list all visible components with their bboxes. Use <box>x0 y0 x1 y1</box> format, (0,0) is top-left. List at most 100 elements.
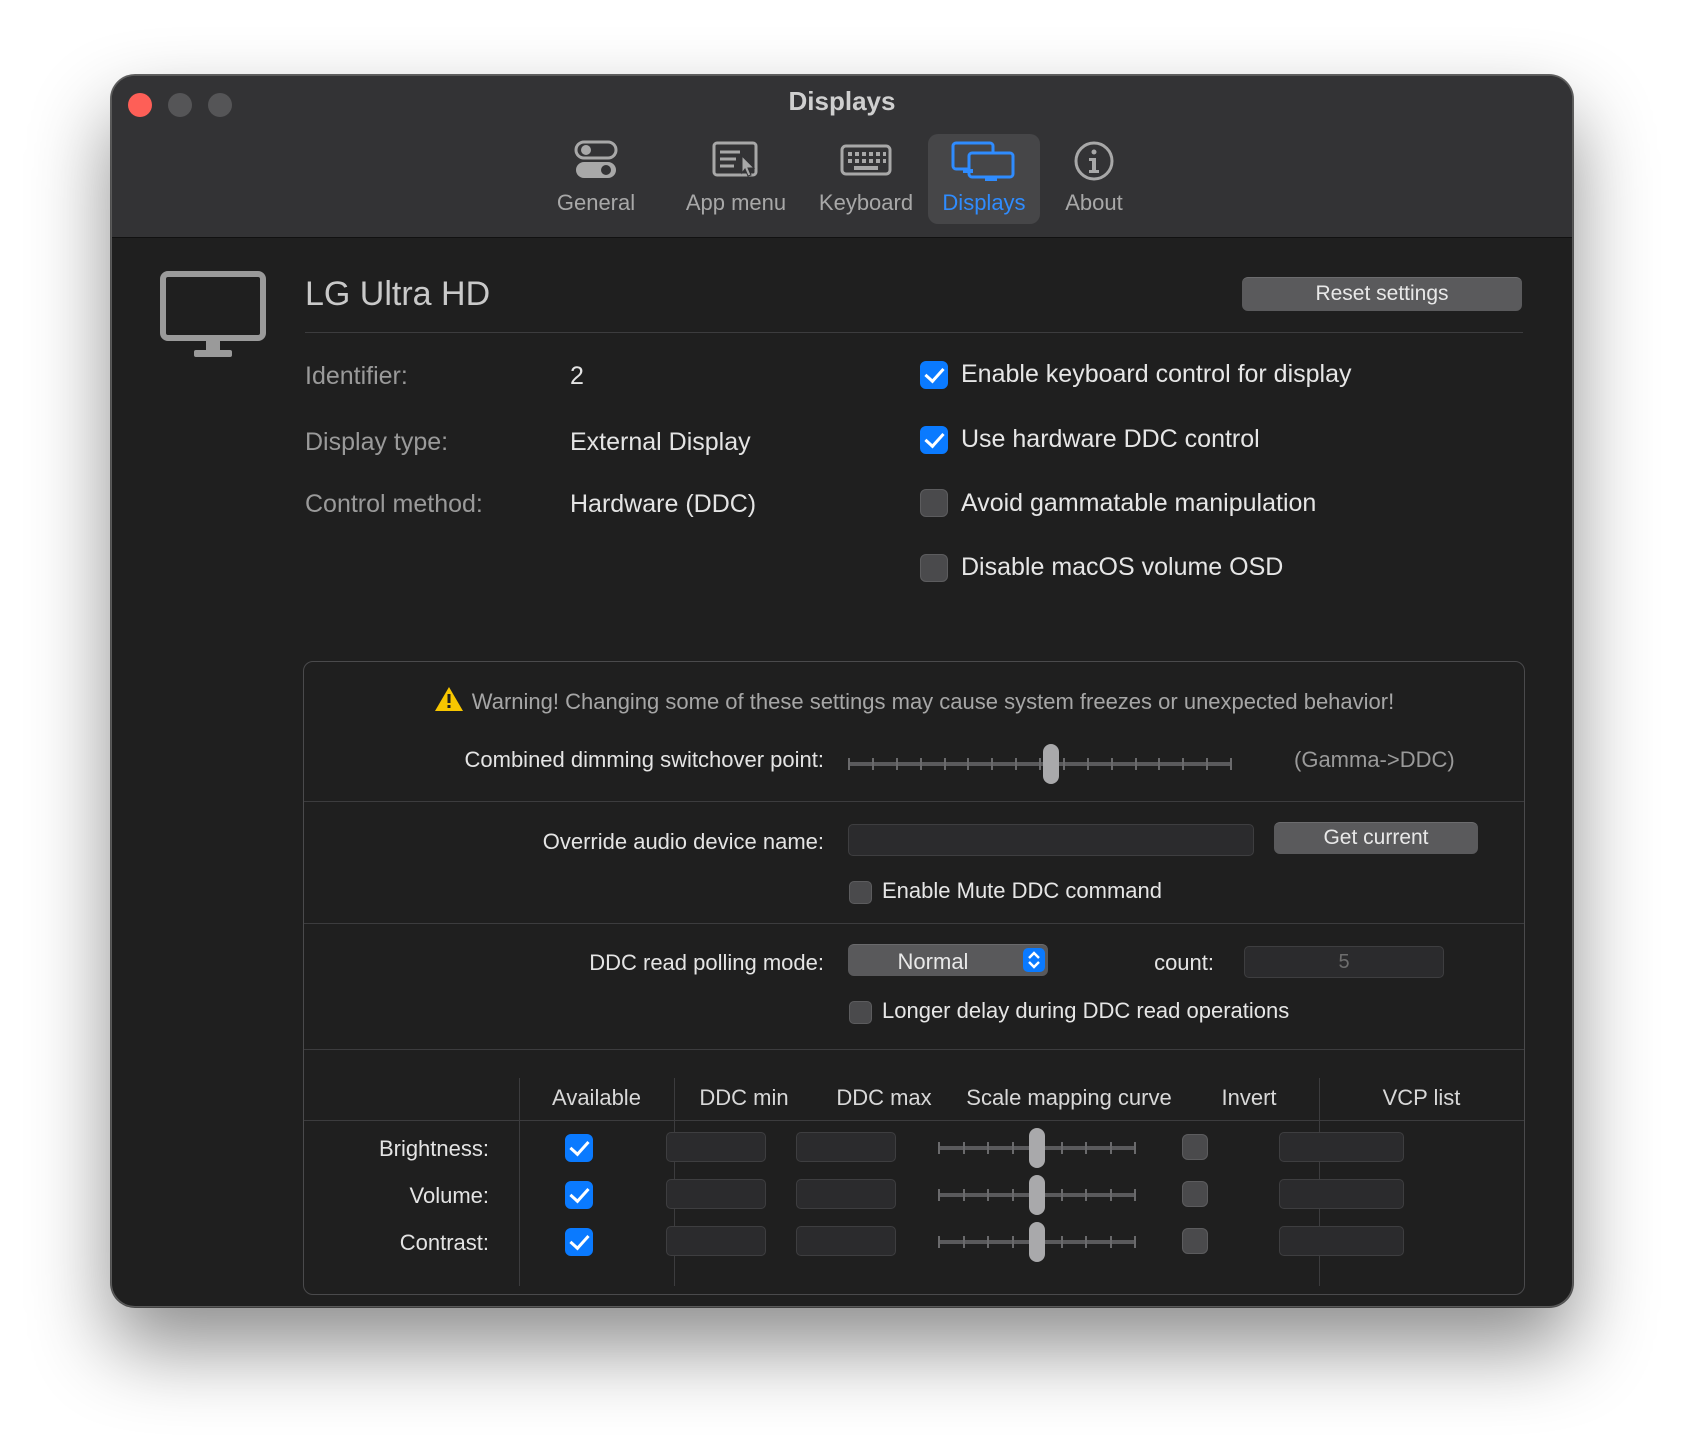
ddc-max-input[interactable] <box>796 1132 896 1162</box>
control-method-label: Control method: <box>305 490 483 518</box>
scale-curve-slider[interactable] <box>938 1222 1136 1262</box>
table-header-divider <box>304 1120 1524 1121</box>
header-invert: Invert <box>1221 1085 1277 1110</box>
warning-message: Warning! Changing some of these settings… <box>304 686 1524 718</box>
control-method-value: Hardware (DDC) <box>570 490 757 518</box>
app-menu-icon <box>712 140 760 186</box>
scale-curve-slider[interactable] <box>938 1175 1136 1215</box>
switchover-slider[interactable] <box>848 744 1258 784</box>
audio-device-input[interactable] <box>848 824 1254 856</box>
preferences-window: Displays General App menu Keyboard Displ… <box>111 75 1573 1307</box>
tab-keyboard[interactable]: Keyboard <box>806 134 926 224</box>
available-checkbox[interactable] <box>565 1228 593 1256</box>
slider-tick <box>872 758 874 770</box>
slider-tick <box>1110 1142 1112 1154</box>
tab-about[interactable]: About <box>1044 134 1144 224</box>
reset-settings-button[interactable]: Reset settings <box>1242 277 1522 311</box>
section-divider <box>304 801 1524 802</box>
ddc-min-input[interactable] <box>666 1226 766 1256</box>
chevron-updown-icon <box>1023 948 1045 972</box>
invert-checkbox[interactable] <box>1182 1181 1208 1207</box>
available-checkbox[interactable] <box>565 1181 593 1209</box>
ddc-max-input[interactable] <box>796 1226 896 1256</box>
tab-displays[interactable]: Displays <box>928 134 1040 224</box>
disable-volume-osd-checkbox[interactable] <box>920 554 948 582</box>
slider-tick <box>920 758 922 770</box>
slider-tick <box>938 1142 940 1154</box>
tab-keyboard-label: Keyboard <box>818 190 914 215</box>
header-divider <box>305 332 1523 333</box>
polling-mode-label: DDC read polling mode: <box>589 950 824 975</box>
available-checkbox[interactable] <box>565 1134 593 1162</box>
header-ddc-min: DDC min <box>699 1085 789 1110</box>
slider-tick <box>1039 758 1041 770</box>
vcp-list-input[interactable] <box>1279 1132 1404 1162</box>
section-divider <box>304 1049 1524 1050</box>
mute-ddc-label: Enable Mute DDC command <box>882 878 1163 903</box>
slider-tick <box>1012 1142 1014 1154</box>
slider-tick <box>1063 758 1065 770</box>
tab-displays-label: Displays <box>942 190 1026 215</box>
warning-text: Warning! Changing some of these settings… <box>471 689 1395 714</box>
table-row-label: Contrast: <box>399 1230 489 1255</box>
slider-tick <box>963 1189 965 1201</box>
slider-knob[interactable] <box>1043 744 1059 784</box>
monitor-icon <box>160 271 266 366</box>
toggles-icon <box>574 140 618 186</box>
slider-tick <box>1230 758 1232 770</box>
slider-tick <box>944 758 946 770</box>
displays-icon <box>951 140 1017 188</box>
keyboard-icon <box>840 140 892 186</box>
slider-tick <box>1061 1142 1063 1154</box>
longer-delay-checkbox[interactable] <box>849 1001 872 1024</box>
slider-knob[interactable] <box>1029 1222 1045 1262</box>
vcp-list-input[interactable] <box>1279 1179 1404 1209</box>
get-current-button[interactable]: Get current <box>1274 822 1478 854</box>
slider-tick <box>1135 758 1137 770</box>
tab-app-menu[interactable]: App menu <box>666 134 806 224</box>
table-row-label: Brightness: <box>378 1136 489 1161</box>
slider-tick <box>1012 1189 1014 1201</box>
count-input[interactable]: 5 <box>1244 946 1444 978</box>
mute-ddc-checkbox[interactable] <box>849 881 872 904</box>
info-icon <box>1073 140 1115 188</box>
slider-tick <box>963 1142 965 1154</box>
header-scale-curve: Scale mapping curve <box>966 1085 1172 1110</box>
slider-tick <box>967 758 969 770</box>
slider-tick <box>991 758 993 770</box>
slider-tick <box>896 758 898 770</box>
ddc-min-input[interactable] <box>666 1132 766 1162</box>
slider-tick <box>1015 758 1017 770</box>
audio-device-label: Override audio device name: <box>542 829 824 854</box>
switchover-hint: (Gamma->DDC) <box>1294 747 1455 772</box>
slider-tick <box>1110 1236 1112 1248</box>
scale-curve-slider[interactable] <box>938 1128 1136 1168</box>
hardware-ddc-checkbox[interactable] <box>920 426 948 454</box>
slider-knob[interactable] <box>1029 1128 1045 1168</box>
ddc-max-input[interactable] <box>796 1179 896 1209</box>
slider-tick <box>1085 1142 1087 1154</box>
vcp-list-input[interactable] <box>1279 1226 1404 1256</box>
invert-checkbox[interactable] <box>1182 1228 1208 1254</box>
header-ddc-max: DDC max <box>836 1085 932 1110</box>
ddc-min-input[interactable] <box>666 1179 766 1209</box>
slider-tick <box>1061 1236 1063 1248</box>
avoid-gammatable-checkbox[interactable] <box>920 489 948 517</box>
invert-checkbox[interactable] <box>1182 1134 1208 1160</box>
slider-tick <box>1061 1189 1063 1201</box>
section-divider <box>304 923 1524 924</box>
slider-knob[interactable] <box>1029 1175 1045 1215</box>
disable-volume-osd-label: Disable macOS volume OSD <box>961 553 1284 581</box>
header-available: Available <box>552 1085 641 1110</box>
header-vcp-list: VCP list <box>1382 1085 1461 1110</box>
window-title: Displays <box>788 86 896 116</box>
advanced-settings-box: Warning! Changing some of these settings… <box>303 661 1525 1295</box>
slider-tick <box>938 1236 940 1248</box>
enable-keyboard-control-checkbox[interactable] <box>920 361 948 389</box>
slider-tick <box>1110 1189 1112 1201</box>
hardware-ddc-label: Use hardware DDC control <box>961 425 1260 453</box>
slider-tick <box>1085 1189 1087 1201</box>
polling-mode-select[interactable]: Normal <box>848 944 1048 976</box>
tab-app-menu-label: App menu <box>685 190 787 215</box>
tab-general[interactable]: General <box>546 134 646 224</box>
